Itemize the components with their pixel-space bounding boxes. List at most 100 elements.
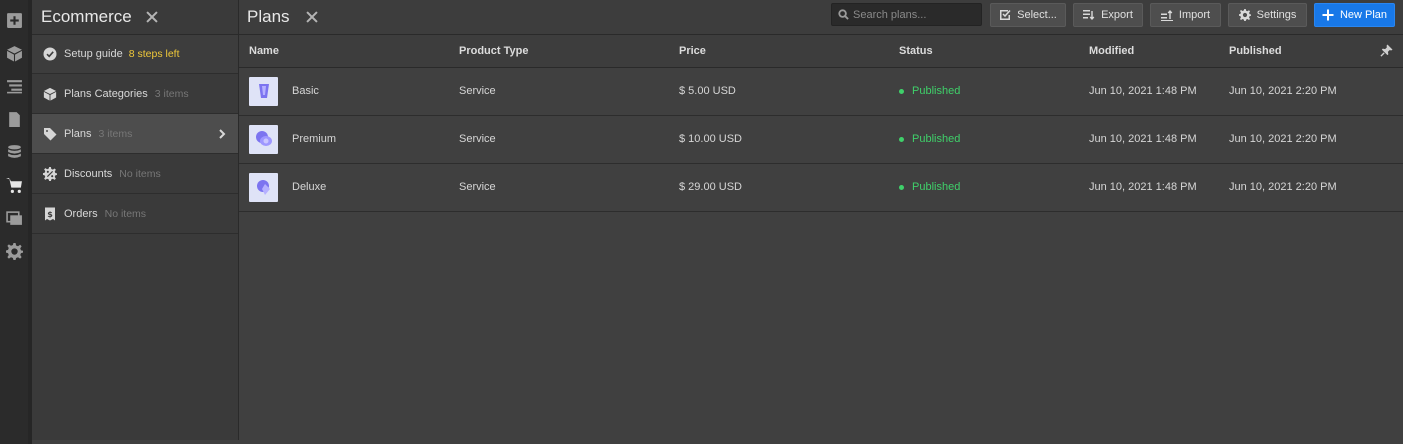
search-icon (838, 9, 849, 20)
check-circle-icon (43, 47, 57, 61)
price-cell: $ 5.00 USD (679, 85, 736, 97)
published-cell: Jun 10, 2021 2:20 PM (1229, 181, 1337, 193)
column-header-status[interactable]: Status (899, 35, 1089, 68)
plan-name: Premium (292, 133, 337, 145)
column-header-product-type[interactable]: Product Type (459, 35, 679, 68)
plan-thumbnail (249, 124, 278, 154)
plan-name: Basic (292, 85, 319, 97)
sidebar-item-discounts[interactable]: Discounts No items (32, 154, 238, 194)
status-dot (899, 136, 904, 142)
status-dot (899, 88, 904, 94)
modified-cell: Jun 10, 2021 1:48 PM (1089, 181, 1197, 193)
table-row[interactable]: Deluxe Service $ 29.00 USD Published Jun… (239, 163, 1403, 211)
steps-left-badge: 8 steps left (128, 48, 180, 60)
published-cell: Jun 10, 2021 2:20 PM (1229, 133, 1337, 145)
product-type-cell: Service (459, 85, 496, 97)
discount-icon (43, 166, 57, 181)
checkbox-icon (1000, 9, 1011, 20)
search-input[interactable] (853, 8, 973, 21)
svg-text:$: $ (47, 210, 53, 219)
receipt-icon: $ (43, 207, 57, 221)
plus-icon (1322, 9, 1334, 21)
sidebar-item-label: Plans (64, 127, 92, 140)
new-plan-label: New Plan (1339, 9, 1388, 21)
item-count: No items (104, 207, 147, 220)
column-header-label: Published (1229, 44, 1282, 57)
box-icon (43, 87, 57, 101)
cms-icon[interactable] (0, 136, 28, 169)
modified-cell: Jun 10, 2021 1:48 PM (1089, 133, 1197, 145)
item-count: 3 items (154, 87, 189, 100)
plan-name: Deluxe (292, 181, 327, 193)
plan-thumbnail (249, 76, 278, 106)
plans-toolbar: Plans Select... Export Import Settings N… (239, 0, 1403, 35)
name-cell: Deluxe (249, 172, 459, 202)
column-header-name[interactable]: Name (239, 35, 459, 68)
table-row[interactable]: Basic Service $ 5.00 USD Published Jun 1… (239, 67, 1403, 115)
search-plans-field[interactable] (831, 3, 982, 26)
pages-icon[interactable] (0, 103, 28, 136)
name-cell: Premium (249, 124, 459, 154)
page-title: Plans (247, 7, 290, 26)
status-dot (899, 184, 904, 190)
status-label: Published (912, 181, 961, 193)
pin-icon[interactable] (1380, 44, 1393, 57)
product-type-cell: Service (459, 181, 496, 193)
export-icon (1083, 10, 1095, 21)
settings-gear-icon[interactable] (0, 235, 28, 268)
sidebar-item-label: Discounts (64, 167, 113, 180)
import-label: Import (1178, 9, 1211, 21)
item-count: No items (119, 167, 161, 180)
column-header-modified[interactable]: Modified (1089, 35, 1229, 68)
item-count: 3 items (98, 127, 133, 140)
gear-icon (1238, 9, 1251, 21)
box-icon[interactable] (0, 37, 28, 70)
price-cell: $ 29.00 USD (679, 181, 742, 193)
name-cell: Basic (249, 76, 459, 106)
sidebar-item-orders[interactable]: $ Orders No items (32, 194, 238, 234)
settings-label: Settings (1256, 9, 1297, 21)
table-header-row: Name Product Type Price Status Modified … (239, 35, 1403, 68)
status-label: Published (912, 133, 961, 145)
status-badge: Published (899, 133, 1089, 145)
settings-button[interactable]: Settings (1228, 3, 1307, 27)
assets-icon[interactable] (0, 202, 28, 235)
status-badge: Published (899, 181, 1089, 193)
new-plan-button[interactable]: New Plan (1314, 3, 1395, 27)
status-label: Published (912, 85, 961, 97)
select-label: Select... (1017, 9, 1057, 21)
product-type-cell: Service (459, 133, 496, 145)
navigator-icon[interactable] (0, 70, 28, 103)
panel-title: Ecommerce (41, 7, 132, 26)
sidebar-item-label: Setup guide (64, 48, 123, 60)
select-button[interactable]: Select... (990, 3, 1066, 27)
price-cell: $ 10.00 USD (679, 133, 742, 145)
sidebar-item-plans-categories[interactable]: Plans Categories 3 items (32, 74, 238, 114)
column-header-published[interactable]: Published (1229, 35, 1403, 68)
sidebar-item-label: Plans Categories (64, 87, 148, 100)
published-cell: Jun 10, 2021 2:20 PM (1229, 85, 1337, 97)
table-row[interactable]: Premium Service $ 10.00 USD Published Ju… (239, 115, 1403, 163)
modified-cell: Jun 10, 2021 1:48 PM (1089, 85, 1197, 97)
plans-table: Name Product Type Price Status Modified … (239, 35, 1403, 212)
export-button[interactable]: Export (1073, 3, 1143, 27)
panel-header: Ecommerce (32, 0, 238, 35)
export-label: Export (1101, 9, 1133, 21)
tag-icon (43, 127, 57, 141)
plan-thumbnail (249, 172, 278, 202)
column-header-price[interactable]: Price (679, 35, 899, 68)
status-badge: Published (899, 85, 1089, 97)
chevron-right-icon (216, 128, 228, 140)
sidebar-item-plans[interactable]: Plans 3 items (32, 114, 238, 154)
import-icon (1160, 9, 1173, 21)
plans-main: Plans Select... Export Import Settings N… (239, 0, 1403, 440)
ecommerce-panel: Ecommerce Setup guide 8 steps left Plans… (32, 0, 239, 440)
app-icon-rail (0, 0, 32, 444)
import-button[interactable]: Import (1150, 3, 1221, 27)
add-icon[interactable] (0, 4, 28, 37)
close-plans-icon[interactable] (306, 11, 318, 23)
ecommerce-cart-icon[interactable] (0, 169, 28, 202)
close-panel-icon[interactable] (146, 11, 158, 23)
sidebar-item-label: Orders (64, 207, 98, 220)
sidebar-item-setup-guide[interactable]: Setup guide 8 steps left (32, 35, 238, 74)
